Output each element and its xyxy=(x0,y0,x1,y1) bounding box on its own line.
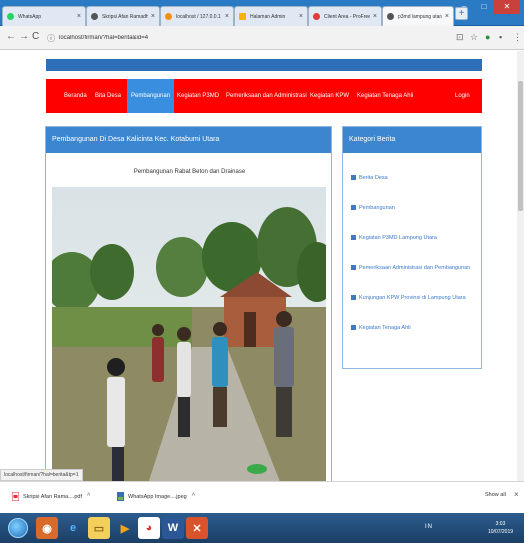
word-icon[interactable]: W xyxy=(162,517,184,539)
clock-date: 10/07/2019 xyxy=(488,529,514,535)
xampp-icon[interactable]: ✕ xyxy=(186,517,208,539)
article-photo xyxy=(52,187,326,481)
close-shelf-icon[interactable]: × xyxy=(514,490,519,499)
category-panel: Kategori Berita Berita Desa Pembangunan … xyxy=(342,126,482,369)
whatsapp-icon xyxy=(7,13,14,20)
page-scrollbar[interactable] xyxy=(517,51,524,481)
media-player-icon[interactable]: ▶ xyxy=(114,517,136,539)
github-icon xyxy=(387,13,394,20)
browser-tab-strip: WhatsApp × Skripsi Afan Ramadhan × local… xyxy=(0,0,524,26)
profile-icon[interactable]: ▪ xyxy=(499,32,502,42)
category-panel-heading: Kategori Berita xyxy=(343,127,481,153)
menu-icon[interactable]: ⋮ xyxy=(513,32,522,43)
star-icon[interactable]: ☆ xyxy=(470,32,478,43)
nav-kegiatan-tenaga-ahli[interactable]: Kegiatan Tenaga Ahli xyxy=(357,79,413,113)
window-controls: – □ ✕ xyxy=(454,0,520,14)
category-tenaga-ahli[interactable]: Kegiatan Tenaga Ahli xyxy=(351,323,475,333)
close-icon[interactable]: × xyxy=(445,13,449,20)
omnibox[interactable]: ⓘ xyxy=(47,30,437,46)
forward-arrow-icon[interactable]: → xyxy=(19,31,29,42)
translate-icon[interactable]: ⊡ xyxy=(456,32,464,43)
profreehost-icon xyxy=(313,13,320,20)
site-navbar: Beranda Bita Desa Pembangunan Kegiatan P… xyxy=(46,79,482,113)
tab-whatsapp[interactable]: WhatsApp × xyxy=(2,6,86,26)
info-icon[interactable]: ⓘ xyxy=(47,33,55,44)
download-shelf: Skripsi Afan Rama....pdf ^ WhatsApp Imag… xyxy=(0,481,524,513)
category-pembangunan[interactable]: Pembangunan xyxy=(351,203,475,213)
category-bullet-icon xyxy=(351,265,356,270)
nav-kegiatan-kpw[interactable]: Kegiatan KPW xyxy=(310,79,349,113)
github-icon xyxy=(91,13,98,20)
clock-time: 3:03 xyxy=(495,521,506,527)
tab-label: Skripsi Afan Ramadhan xyxy=(102,13,148,20)
chrome-icon[interactable]: ◕ xyxy=(138,517,160,539)
start-button[interactable] xyxy=(8,518,28,538)
category-kunjungan-kpw[interactable]: Kunjungan KPW Provinsi di Lampung Utara xyxy=(351,293,475,303)
category-list: Berita Desa Pembangunan Kegiatan P3MD La… xyxy=(351,173,475,333)
tab-halaman-admin[interactable]: Halaman Admin × xyxy=(234,6,308,26)
nav-beranda[interactable]: Beranda xyxy=(64,79,87,113)
tab-skripsi[interactable]: Skripsi Afan Ramadhan × xyxy=(86,6,160,26)
category-kegiatan-p3md[interactable]: Kegiatan P3MD Lampung Utara xyxy=(351,233,475,243)
extension-icon[interactable]: ● xyxy=(485,32,490,42)
nav-pemeriksaan[interactable]: Pemeriksaan dan Administrasi xyxy=(226,79,307,113)
close-icon[interactable]: × xyxy=(77,13,81,20)
close-icon[interactable]: × xyxy=(151,13,155,20)
reload-icon[interactable]: C xyxy=(32,31,39,42)
tab-label: Halaman Admin xyxy=(250,13,286,20)
back-arrow-icon[interactable]: ← xyxy=(6,31,16,42)
close-icon[interactable]: × xyxy=(225,13,229,20)
minimize-button[interactable]: – xyxy=(454,0,474,14)
article-panel: Pembangunan Di Desa Kalicinta Kec. Kotab… xyxy=(45,126,332,481)
close-icon[interactable]: × xyxy=(299,13,303,20)
clock[interactable]: 3:03 10/07/2019 xyxy=(488,520,513,536)
address-bar: ← → C ⓘ ⊡ ☆ ● ▪ ⋮ xyxy=(0,26,524,50)
pdf-file-icon xyxy=(12,492,19,501)
internet-explorer-icon[interactable]: e xyxy=(62,517,84,539)
category-bullet-icon xyxy=(351,235,356,240)
category-berita-desa[interactable]: Berita Desa xyxy=(351,173,475,183)
tab-label: Client Area - ProFreeHo xyxy=(324,13,370,20)
category-bullet-icon xyxy=(351,175,356,180)
tab-p3md[interactable]: p3md lampung utara × xyxy=(382,6,454,26)
nav-kegiatan-p3md[interactable]: Kegiatan P3MD xyxy=(177,79,219,113)
url-input[interactable] xyxy=(59,35,359,41)
tab-label: p3md lampung utara xyxy=(398,13,442,20)
chevron-up-icon[interactable]: ^ xyxy=(87,493,90,500)
nav-bita-desa[interactable]: Bita Desa xyxy=(95,79,121,113)
nav-login[interactable]: Login xyxy=(455,79,470,113)
image-file-icon xyxy=(117,492,124,501)
tab-label: WhatsApp xyxy=(18,13,42,20)
article-panel-heading: Pembangunan Di Desa Kalicinta Kec. Kotab… xyxy=(46,127,331,153)
firefox-icon[interactable]: ◉ xyxy=(36,517,58,539)
maximize-button[interactable]: □ xyxy=(474,0,494,14)
site-header-band xyxy=(46,59,482,71)
tab-phpmyadmin[interactable]: localhost / 127.0.0.1 / fi × xyxy=(160,6,234,26)
category-bullet-icon xyxy=(351,325,356,330)
status-url-bubble: localhost/firman/?hal=berita&tp=1 xyxy=(0,469,83,481)
system-tray[interactable]: IN xyxy=(425,524,433,530)
download-item-jpeg[interactable]: WhatsApp Image....jpeg ^ xyxy=(117,492,195,501)
phpmyadmin-icon xyxy=(165,13,172,20)
construction-photo-image xyxy=(52,187,326,481)
category-bullet-icon xyxy=(351,295,356,300)
scrollbar-thumb[interactable] xyxy=(518,81,523,211)
close-window-button[interactable]: ✕ xyxy=(494,0,520,14)
article-title: Pembangunan Rabat Beton dan Drainase xyxy=(133,169,246,175)
category-pemeriksaan[interactable]: Pemeriksaan Administrasi dan Pembangunan xyxy=(351,263,475,273)
show-all-button[interactable]: Show all xyxy=(485,492,506,498)
windows-taskbar: ◉ e ▭ ▶ ◕ W ✕ IN 3:03 10/07/2019 xyxy=(0,513,524,543)
file-explorer-icon[interactable]: ▭ xyxy=(88,517,110,539)
chevron-up-icon[interactable]: ^ xyxy=(192,493,195,500)
nav-pembangunan[interactable]: Pembangunan xyxy=(127,79,175,113)
tab-client-area[interactable]: Client Area - ProFreeHo × xyxy=(308,6,382,26)
tab-label: localhost / 127.0.0.1 / fi xyxy=(176,13,222,20)
page-viewport: Beranda Bita Desa Pembangunan Kegiatan P… xyxy=(0,51,517,481)
category-bullet-icon xyxy=(351,205,356,210)
admin-icon xyxy=(239,13,246,20)
download-item-pdf[interactable]: Skripsi Afan Rama....pdf ^ xyxy=(12,492,90,501)
close-icon[interactable]: × xyxy=(373,13,377,20)
